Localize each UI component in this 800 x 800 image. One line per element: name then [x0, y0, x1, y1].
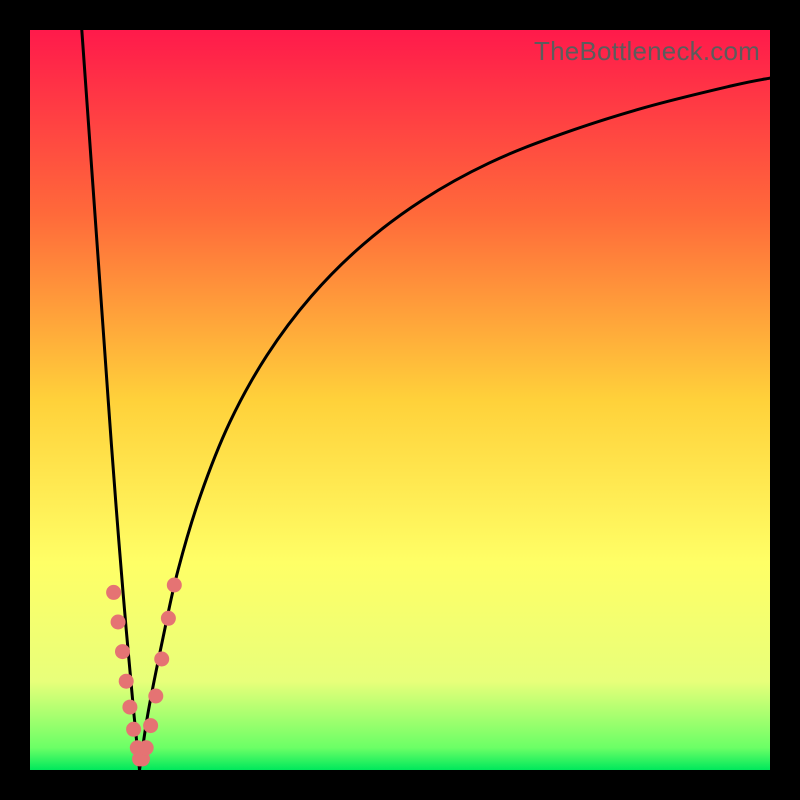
marker-dot [111, 615, 126, 630]
curves-layer [30, 30, 770, 770]
marker-dot [167, 578, 182, 593]
marker-dot [115, 644, 130, 659]
marker-dot [161, 611, 176, 626]
plot-area: TheBottleneck.com [30, 30, 770, 770]
curve-left-branch [82, 30, 140, 770]
marker-dot [122, 700, 137, 715]
marker-dot [154, 652, 169, 667]
watermark-text: TheBottleneck.com [534, 36, 760, 67]
marker-dot [119, 674, 134, 689]
chart-frame: TheBottleneck.com [0, 0, 800, 800]
marker-dot [106, 585, 121, 600]
marker-dot [143, 718, 158, 733]
curve-right-branch [140, 78, 770, 770]
marker-dot [148, 689, 163, 704]
marker-dot [139, 740, 154, 755]
marker-dot [126, 722, 141, 737]
